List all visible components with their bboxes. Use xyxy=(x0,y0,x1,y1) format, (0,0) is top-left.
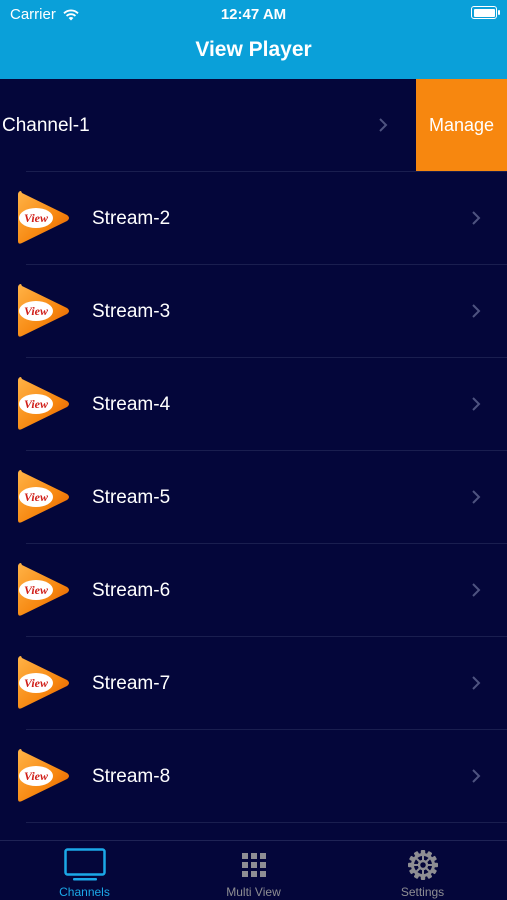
tab-bar: Channels Multi View Settings xyxy=(0,840,507,900)
stream-label: Stream-6 xyxy=(92,580,171,601)
tab-multi-view[interactable]: Multi View xyxy=(169,841,338,900)
grid-icon xyxy=(241,853,266,877)
gear-icon xyxy=(407,850,438,880)
page-title: View Player xyxy=(195,38,312,61)
stream-label: Stream-4 xyxy=(92,394,171,415)
stream-list[interactable]: Channel-1 Manage View Stream-2 View Stream-… xyxy=(0,79,507,840)
list-item[interactable]: View Stream-8 xyxy=(0,730,507,823)
chevron-right-icon xyxy=(472,583,481,597)
list-item[interactable]: View Stream-3 xyxy=(0,265,507,358)
chevron-right-icon xyxy=(472,490,481,504)
chevron-right-icon xyxy=(472,304,481,318)
view-logo-icon: View xyxy=(18,377,69,430)
status-bar: Carrier 12:47 AM xyxy=(0,0,507,30)
logo-text: View xyxy=(24,211,49,225)
tab-settings[interactable]: Settings xyxy=(338,841,507,900)
list-item[interactable]: View Stream-7 xyxy=(0,637,507,730)
header: Carrier 12:47 AM View Player xyxy=(0,0,507,79)
channel-label: Channel-1 xyxy=(2,115,90,136)
tab-label: Settings xyxy=(400,885,445,899)
chevron-right-icon xyxy=(472,676,481,690)
view-logo-icon: View xyxy=(18,284,69,337)
logo-text: View xyxy=(24,304,49,318)
logo-text: View xyxy=(24,583,49,597)
list-item[interactable]: View Stream-6 xyxy=(0,544,507,637)
list-item[interactable]: View Stream-2 xyxy=(0,172,507,265)
stream-label: Stream-2 xyxy=(92,208,171,229)
tv-icon xyxy=(63,848,106,881)
logo-text: View xyxy=(24,769,49,783)
logo-text: View xyxy=(24,397,49,411)
tab-label: Channels xyxy=(59,885,110,899)
chevron-right-icon xyxy=(472,211,481,225)
chevron-right-icon xyxy=(472,397,481,411)
chevron-right-icon xyxy=(472,769,481,783)
chevron-right-icon xyxy=(379,118,388,132)
stream-label: Stream-3 xyxy=(92,301,171,322)
stream-label: Stream-7 xyxy=(92,673,171,694)
logo-text: View xyxy=(24,676,49,690)
view-logo-icon: View xyxy=(18,656,69,709)
channel-row[interactable]: Channel-1 Manage xyxy=(0,79,507,172)
stream-label: Stream-8 xyxy=(92,766,171,787)
status-time: 12:47 AM xyxy=(220,6,287,23)
view-logo-icon: View xyxy=(18,563,69,616)
manage-button[interactable]: Manage xyxy=(416,79,507,172)
tab-channels[interactable]: Channels xyxy=(0,841,169,900)
logo-text: View xyxy=(24,490,49,504)
list-item[interactable]: View Stream-4 xyxy=(0,358,507,451)
tab-label: Multi View xyxy=(226,885,281,899)
battery-icon xyxy=(471,6,500,19)
list-item-partial[interactable] xyxy=(0,823,507,840)
view-logo-icon: View xyxy=(18,749,69,802)
view-logo-icon: View xyxy=(18,191,69,244)
list-item[interactable]: View Stream-5 xyxy=(0,451,507,544)
view-logo-icon: View xyxy=(18,470,69,523)
stream-label: Stream-5 xyxy=(92,487,171,508)
